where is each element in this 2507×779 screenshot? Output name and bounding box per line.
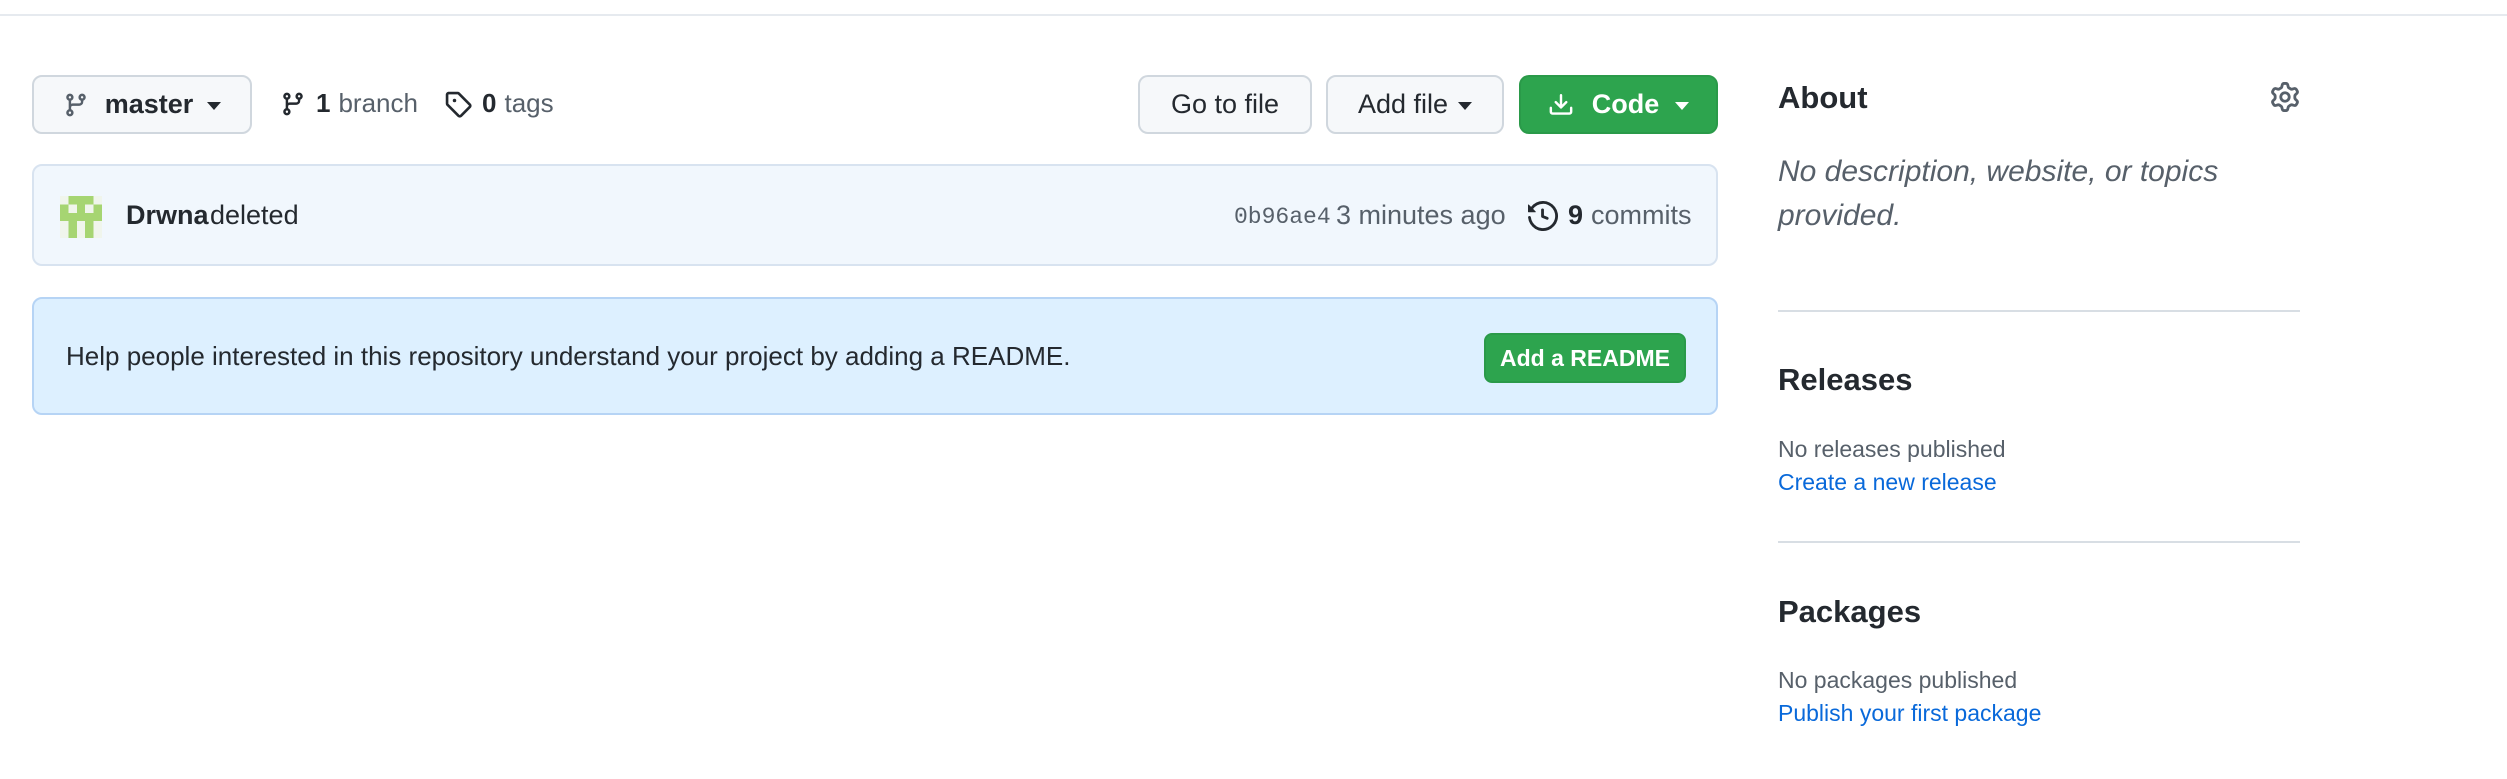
add-file-label: Add file xyxy=(1357,89,1449,119)
commit-author-link[interactable]: Drwna xyxy=(126,200,209,231)
go-to-file-label: Go to file xyxy=(1170,89,1280,119)
commit-label: commits xyxy=(1591,200,1692,230)
top-border xyxy=(0,0,2507,16)
tag-label: tags xyxy=(504,88,554,118)
avatar[interactable] xyxy=(60,196,102,238)
latest-commit-bar: Drwna deleted 0b96ae4 3 minutes ago 9 co… xyxy=(32,164,1718,266)
releases-status: No releases published xyxy=(1778,436,2006,462)
branch-count: 1 xyxy=(316,88,331,118)
commits-history-link[interactable]: 9 commits xyxy=(1528,200,1692,231)
download-icon xyxy=(1549,93,1573,115)
commit-sha-link[interactable]: 0b96ae4 xyxy=(1234,204,1331,230)
releases-heading[interactable]: Releases xyxy=(1778,362,1912,398)
packages-status: No packages published xyxy=(1778,667,2018,693)
branches-link[interactable]: 1 branch xyxy=(280,88,418,119)
about-heading: About xyxy=(1778,80,1868,115)
chevron-down-icon xyxy=(1675,102,1690,110)
branch-selector-button[interactable]: master xyxy=(32,75,252,134)
code-button[interactable]: Code xyxy=(1519,75,1718,134)
publish-package-link[interactable]: Publish your first package xyxy=(1778,700,2041,727)
tag-count: 0 xyxy=(482,88,497,118)
chevron-down-icon xyxy=(207,102,222,110)
chevron-down-icon xyxy=(1458,102,1473,110)
branch-icon xyxy=(283,92,303,115)
sidebar-divider xyxy=(1778,541,2300,543)
sidebar-divider xyxy=(1778,310,2300,312)
commit-count: 9 xyxy=(1568,200,1584,230)
go-to-file-button[interactable]: Go to file xyxy=(1138,75,1312,134)
branch-name: master xyxy=(104,89,194,119)
commit-time: 3 minutes ago xyxy=(1336,200,1506,230)
packages-heading[interactable]: Packages xyxy=(1778,594,1921,630)
add-readme-button[interactable]: Add a README xyxy=(1484,333,1686,383)
create-release-link[interactable]: Create a new release xyxy=(1778,469,1997,496)
readme-banner-text: Help people interested in this repositor… xyxy=(66,341,1071,371)
branch-icon xyxy=(65,93,86,116)
history-icon xyxy=(1528,200,1558,231)
tag-icon xyxy=(445,91,472,118)
commit-message-link[interactable]: deleted xyxy=(210,200,299,231)
gear-icon[interactable] xyxy=(2270,82,2300,112)
about-description: No description, website, or topics provi… xyxy=(1778,155,2219,232)
code-label: Code xyxy=(1591,89,1660,119)
readme-banner: Help people interested in this repositor… xyxy=(32,297,1718,415)
add-file-button[interactable]: Add file xyxy=(1326,75,1504,134)
tags-link[interactable]: 0 tags xyxy=(444,88,554,119)
branch-label: branch xyxy=(338,88,418,118)
